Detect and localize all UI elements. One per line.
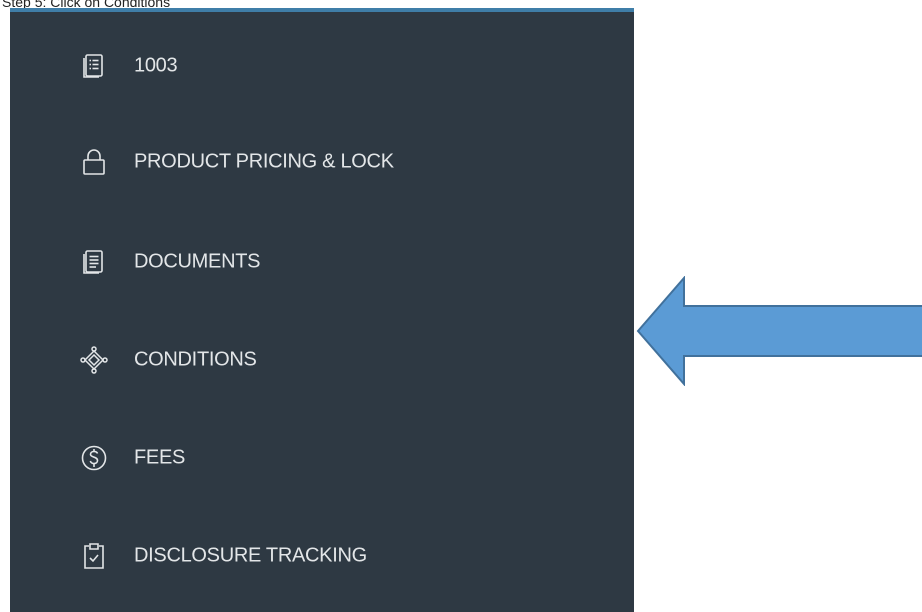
sidebar-nav: 1003 PRODUCT PRICING & LOCK DOCUMENTS CO… xyxy=(10,12,634,612)
sidebar-item-product-pricing-lock[interactable]: PRODUCT PRICING & LOCK xyxy=(10,134,634,190)
sidebar-item-conditions[interactable]: CONDITIONS xyxy=(10,332,634,388)
callout-arrow xyxy=(636,276,922,386)
form-list-icon xyxy=(80,52,108,80)
sidebar-item-label: FEES xyxy=(134,446,186,469)
sidebar-item-disclosure-tracking[interactable]: DISCLOSURE TRACKING xyxy=(10,528,634,584)
sidebar-item-fees[interactable]: FEES xyxy=(10,430,634,486)
lock-icon xyxy=(80,148,108,176)
sidebar-item-1003[interactable]: 1003 xyxy=(10,38,634,94)
dollar-circle-icon xyxy=(80,444,108,472)
sidebar-item-label: 1003 xyxy=(134,54,178,77)
sidebar-item-label: PRODUCT PRICING & LOCK xyxy=(134,150,394,173)
sidebar-item-label: DOCUMENTS xyxy=(134,250,261,273)
sidebar-item-documents[interactable]: DOCUMENTS xyxy=(10,234,634,290)
document-icon xyxy=(80,248,108,276)
clipboard-check-icon xyxy=(80,542,108,570)
screenshot-page: Step 5: Click on Conditions 1003 PRODUCT… xyxy=(0,0,922,612)
sidebar-item-label: DISCLOSURE TRACKING xyxy=(134,544,367,567)
conditions-diamond-icon xyxy=(80,346,108,374)
sidebar-item-label: CONDITIONS xyxy=(134,348,257,371)
